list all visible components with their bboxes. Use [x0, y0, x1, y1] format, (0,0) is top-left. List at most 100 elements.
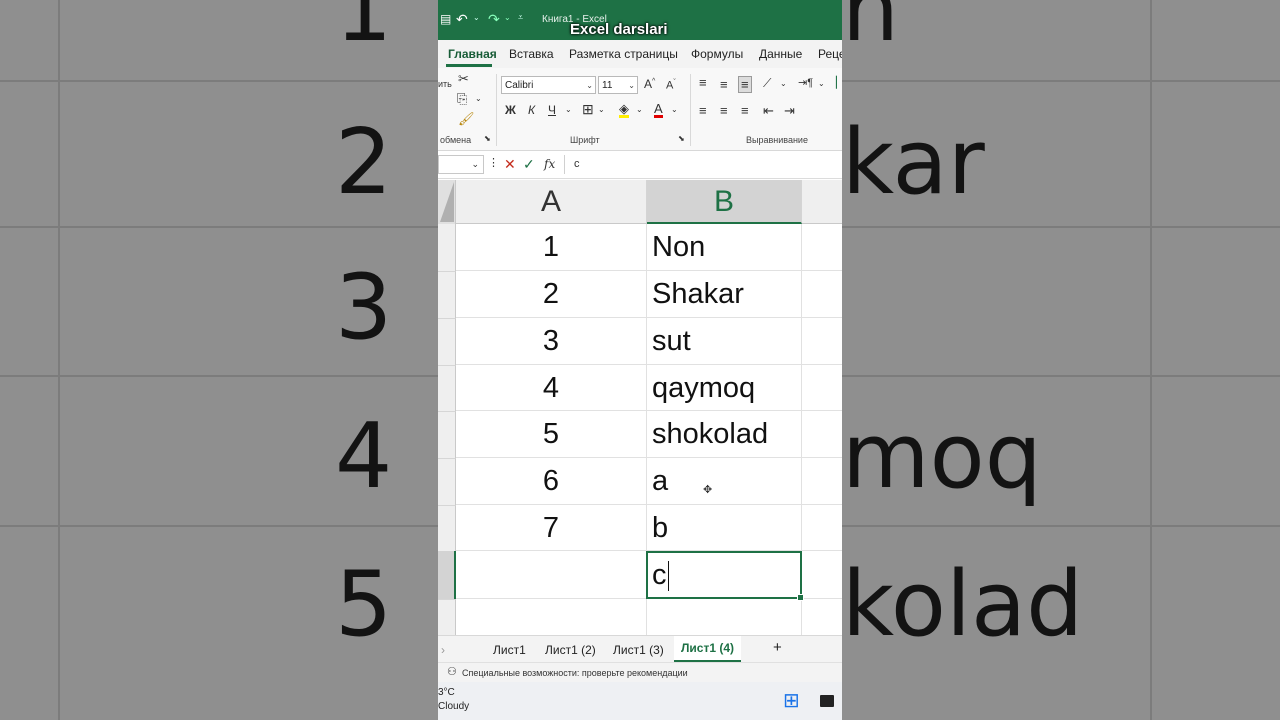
- orientation-icon[interactable]: ⟋: [763, 77, 771, 89]
- format-painter-icon[interactable]: 🖌: [458, 112, 475, 125]
- cell-c3[interactable]: [802, 318, 842, 365]
- italic-button[interactable]: К: [528, 104, 535, 116]
- enter-icon[interactable]: ✓: [523, 157, 535, 171]
- sheet-tab-1[interactable]: Лист1: [493, 643, 526, 657]
- column-header-c[interactable]: [802, 180, 842, 224]
- chevron-down-icon[interactable]: ⌄: [671, 106, 678, 114]
- tab-data[interactable]: Данные: [759, 47, 802, 61]
- align-bottom-icon[interactable]: ≡: [738, 76, 752, 93]
- cell-c6[interactable]: [802, 458, 842, 505]
- row-header[interactable]: [438, 224, 456, 271]
- row-header[interactable]: [438, 599, 456, 635]
- tab-review[interactable]: Реце: [818, 47, 842, 61]
- tab-home[interactable]: Главная: [448, 47, 497, 61]
- chevron-down-icon[interactable]: ⌄: [473, 14, 480, 22]
- cell-c4[interactable]: [802, 365, 842, 411]
- paste-label[interactable]: ить: [438, 80, 452, 89]
- windows-start-icon[interactable]: ⊞: [783, 691, 800, 711]
- name-box[interactable]: ⌄: [438, 155, 484, 174]
- cell-a7[interactable]: 7: [456, 505, 647, 551]
- cell-b1[interactable]: Non: [647, 224, 802, 271]
- chevron-down-icon[interactable]: ⌄: [565, 106, 572, 114]
- underline-button[interactable]: Ч: [548, 104, 556, 116]
- cell-b6[interactable]: a: [647, 458, 802, 505]
- accessibility-icon[interactable]: ⚇: [447, 667, 457, 678]
- chevron-down-icon[interactable]: ⌄: [598, 106, 605, 114]
- tab-insert[interactable]: Вставка: [509, 47, 554, 61]
- cell-a5[interactable]: 5: [456, 411, 647, 458]
- chevron-down-icon[interactable]: ⌄: [780, 80, 787, 88]
- more-options-icon[interactable]: ⋮: [488, 158, 499, 169]
- chevron-down-icon[interactable]: ⌄: [636, 106, 643, 114]
- tab-page-layout[interactable]: Разметка страницы: [569, 47, 678, 61]
- borders-icon[interactable]: ⊞: [582, 102, 594, 116]
- insert-function-icon[interactable]: fx: [544, 158, 555, 170]
- chevron-down-icon[interactable]: ⌄: [504, 14, 511, 22]
- fill-color-icon[interactable]: ◈: [619, 102, 629, 118]
- save-icon[interactable]: ▤: [440, 13, 451, 25]
- align-right-icon[interactable]: ≡: [741, 104, 749, 117]
- font-name-combo[interactable]: Calibri ⌄: [501, 76, 596, 94]
- cell-a1[interactable]: 1: [456, 224, 647, 271]
- cell-a2[interactable]: 2: [456, 271, 647, 318]
- align-middle-icon[interactable]: ≡: [720, 78, 728, 91]
- chevron-down-icon[interactable]: ⌄: [475, 95, 482, 103]
- dialog-launcher-icon[interactable]: ⬊: [678, 135, 685, 143]
- row-header[interactable]: [438, 271, 456, 318]
- redo-icon[interactable]: ↷: [488, 12, 500, 26]
- select-all-corner[interactable]: [438, 180, 456, 224]
- active-cell-b8[interactable]: c: [646, 551, 804, 601]
- cell-a8[interactable]: [456, 551, 647, 599]
- cell-a4[interactable]: 4: [456, 365, 647, 411]
- cell-c2[interactable]: [802, 271, 842, 318]
- task-view-icon[interactable]: [820, 695, 834, 707]
- cell-c7[interactable]: [802, 505, 842, 551]
- cut-icon[interactable]: ✂: [458, 72, 469, 85]
- cell-c8[interactable]: [802, 551, 842, 599]
- cancel-icon[interactable]: ✕: [504, 157, 516, 171]
- row-header[interactable]: [438, 365, 456, 411]
- row-header[interactable]: [438, 318, 456, 365]
- add-sheet-button[interactable]: +: [773, 639, 782, 656]
- cell-b3[interactable]: sut: [647, 318, 802, 365]
- fill-handle[interactable]: [797, 594, 804, 601]
- cell-b4[interactable]: qaymoq: [647, 365, 802, 411]
- row-header-selected[interactable]: [438, 551, 456, 599]
- font-color-icon[interactable]: A: [654, 102, 663, 118]
- sheet-tab-4[interactable]: Лист1 (4): [674, 636, 742, 662]
- column-header-b[interactable]: B: [647, 180, 802, 224]
- align-center-icon[interactable]: ≡: [720, 104, 728, 117]
- cell-c5[interactable]: [802, 411, 842, 458]
- undo-icon[interactable]: ↶: [456, 12, 468, 26]
- text-direction-icon[interactable]: ⇥¶: [798, 78, 813, 89]
- scroll-sheets-left-icon[interactable]: ›: [441, 643, 445, 657]
- column-header-a[interactable]: A: [456, 180, 647, 224]
- accessibility-status[interactable]: Специальные возможности: проверьте реком…: [462, 668, 688, 678]
- customize-qat-icon[interactable]: ⩡: [518, 13, 523, 22]
- cell-a6[interactable]: 6: [456, 458, 647, 505]
- copy-icon[interactable]: ⎘: [457, 92, 467, 105]
- bold-button[interactable]: Ж: [505, 104, 516, 116]
- cell-c1[interactable]: [802, 224, 842, 271]
- weather-temp[interactable]: 3°C: [438, 687, 455, 698]
- chevron-down-icon[interactable]: ⌄: [818, 80, 825, 88]
- wrap-text-icon[interactable]: ▏: [836, 78, 842, 89]
- cell-a3[interactable]: 3: [456, 318, 647, 365]
- cell-b9[interactable]: [647, 599, 802, 635]
- dialog-launcher-icon[interactable]: ⬊: [484, 135, 491, 143]
- increase-font-icon[interactable]: A^: [644, 78, 655, 90]
- align-left-icon[interactable]: ≡: [699, 104, 707, 117]
- cell-b7[interactable]: b: [647, 505, 802, 551]
- decrease-font-icon[interactable]: Aˇ: [666, 79, 676, 92]
- cell-a9[interactable]: [456, 599, 647, 635]
- formula-input[interactable]: c: [574, 159, 580, 170]
- increase-indent-icon[interactable]: ⇥: [784, 104, 795, 117]
- align-top-icon[interactable]: ≡: [699, 76, 707, 89]
- weather-condition[interactable]: Cloudy: [438, 701, 469, 712]
- tab-formulas[interactable]: Формулы: [691, 47, 743, 61]
- row-header[interactable]: [438, 411, 456, 458]
- sheet-tab-3[interactable]: Лист1 (3): [613, 643, 664, 657]
- font-size-combo[interactable]: 11 ⌄: [598, 76, 638, 94]
- row-header[interactable]: [438, 505, 456, 551]
- cell-b5[interactable]: shokolad: [647, 411, 802, 458]
